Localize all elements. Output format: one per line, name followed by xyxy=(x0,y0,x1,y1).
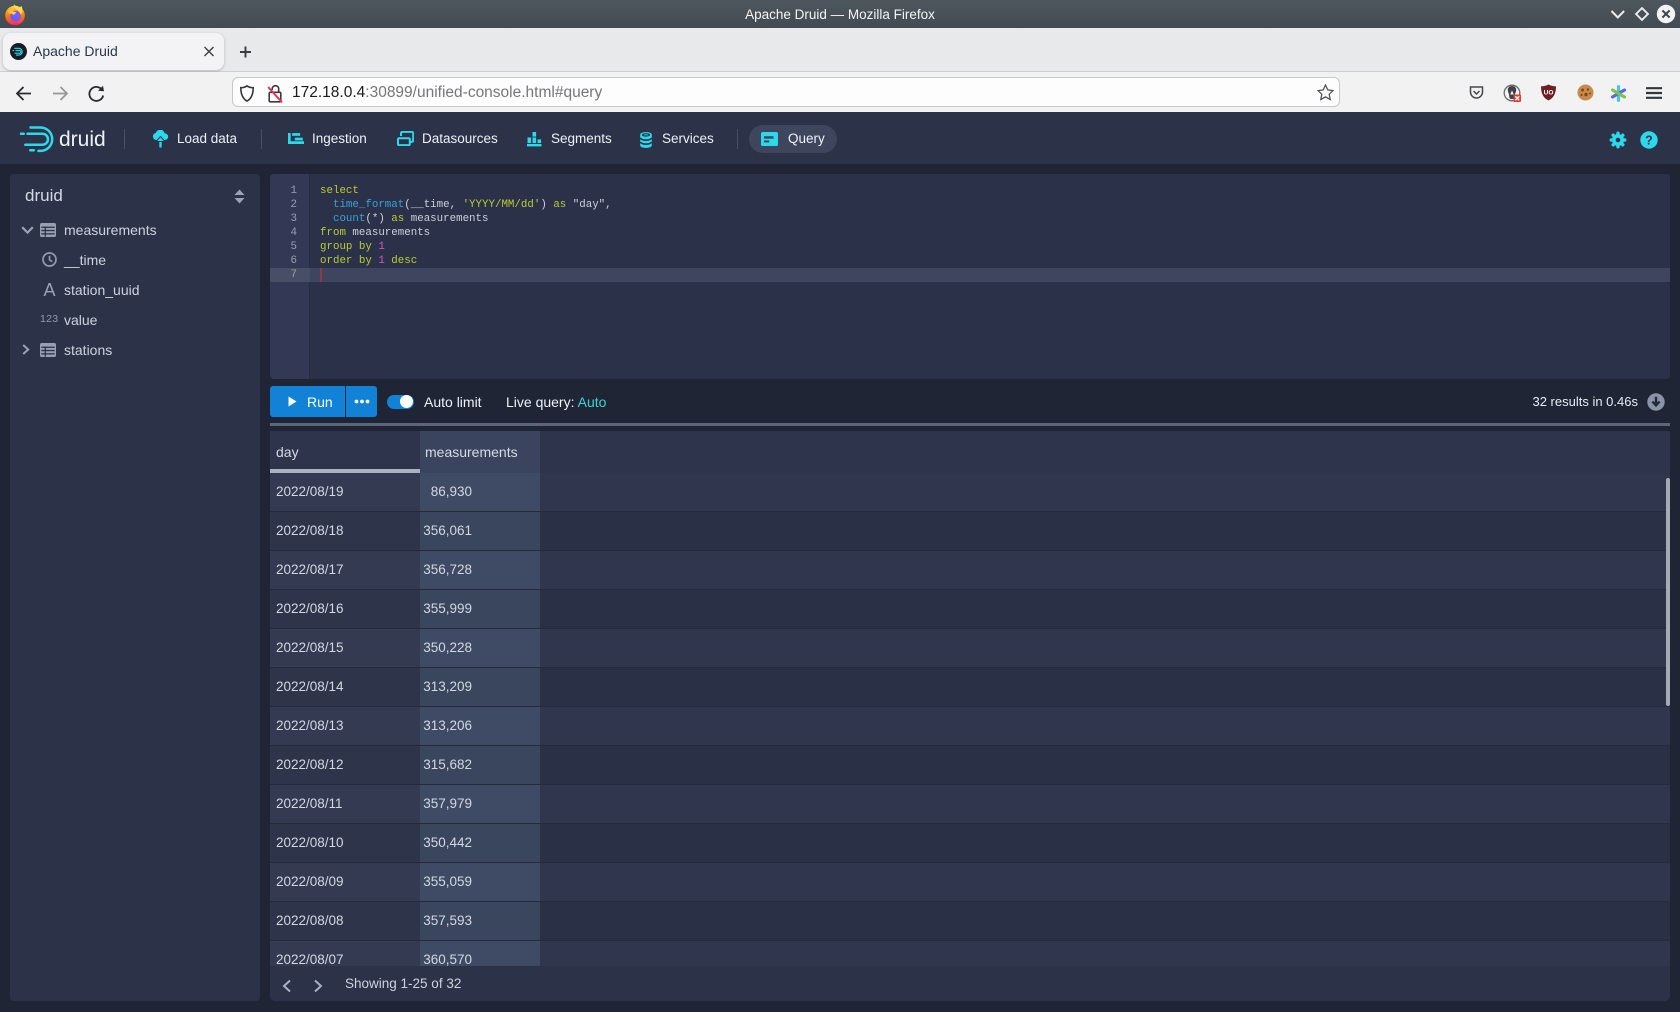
svg-text:?: ? xyxy=(1645,133,1653,147)
svg-text:UO: UO xyxy=(1544,90,1554,97)
